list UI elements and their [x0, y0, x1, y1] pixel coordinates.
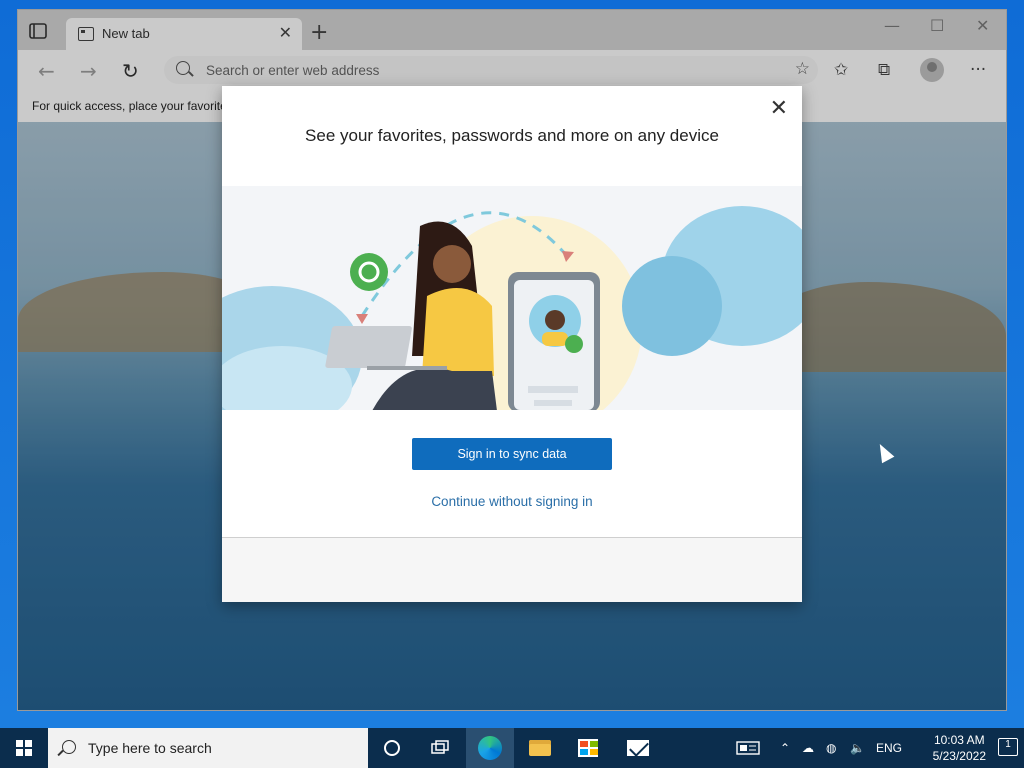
sync-dialog: ✕ See your favorites, passwords and more… [222, 86, 802, 602]
task-view-icon[interactable] [416, 728, 464, 768]
edge-icon[interactable] [466, 728, 514, 768]
dialog-heading: See your favorites, passwords and more o… [305, 126, 719, 145]
store-icon[interactable] [564, 728, 612, 768]
desktop-icon-partial[interactable] [0, 60, 18, 100]
volume-icon[interactable]: 🔈 [850, 728, 865, 768]
dialog-footer [222, 538, 802, 602]
cortana-icon[interactable] [368, 728, 416, 768]
close-dialog-icon[interactable]: ✕ [770, 96, 788, 121]
continue-without-signing-in-link[interactable]: Continue without signing in [222, 494, 802, 509]
network-icon[interactable]: ◍ [826, 728, 836, 768]
taskbar-clock[interactable]: 10:03 AM 5/23/2022 [933, 732, 986, 764]
file-explorer-icon[interactable] [516, 728, 564, 768]
sign-in-sync-button[interactable]: Sign in to sync data [412, 438, 612, 470]
notification-icon[interactable]: 1 [998, 738, 1018, 756]
taskbar: Type here to search ⌃ ☁ ◍ 🔈 ENG 10:03 AM… [0, 728, 1024, 768]
taskbar-search-placeholder: Type here to search [88, 740, 212, 756]
chevron-up-icon[interactable]: ⌃ [780, 728, 790, 768]
clock-time: 10:03 AM [933, 733, 985, 747]
clock-date: 5/23/2022 [932, 749, 986, 763]
windows-start-icon[interactable] [0, 728, 48, 768]
news-icon[interactable] [736, 728, 762, 768]
onedrive-icon[interactable]: ☁ [802, 728, 814, 768]
mail-icon[interactable] [614, 728, 662, 768]
taskbar-search-box[interactable]: Type here to search [48, 728, 368, 768]
search-icon [62, 740, 76, 754]
language-indicator[interactable]: ENG [876, 728, 902, 768]
sync-illustration [222, 186, 802, 410]
